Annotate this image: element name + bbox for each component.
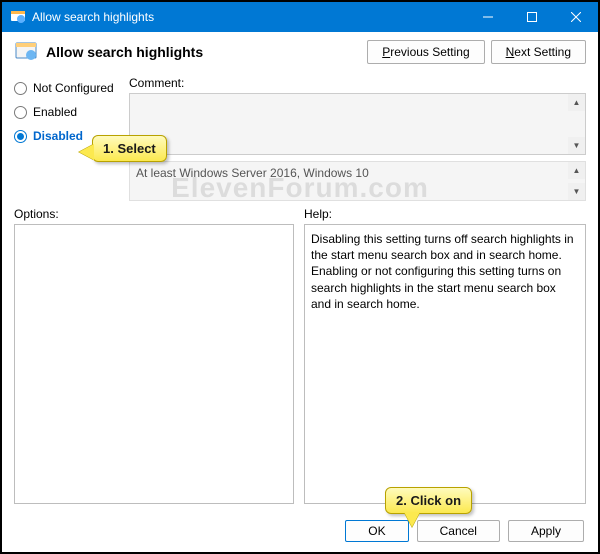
- title-bar: Allow search highlights: [2, 2, 598, 32]
- window-title: Allow search highlights: [32, 10, 466, 24]
- apply-button[interactable]: Apply: [508, 520, 584, 542]
- maximize-button[interactable]: [510, 2, 554, 32]
- callout-select: 1. Select: [92, 135, 167, 162]
- radio-label: Enabled: [33, 105, 77, 119]
- radio-label: Not Configured: [33, 81, 114, 95]
- policy-icon: [10, 9, 26, 25]
- close-button[interactable]: [554, 2, 598, 32]
- scroll-down-icon[interactable]: ▼: [568, 137, 585, 154]
- help-text: Disabling this setting turns off search …: [311, 232, 574, 311]
- scroll-up-icon[interactable]: ▲: [568, 162, 585, 179]
- header-row: Allow search highlights Previous Setting…: [2, 32, 598, 72]
- minimize-button[interactable]: [466, 2, 510, 32]
- previous-setting-button[interactable]: Previous Setting: [367, 40, 484, 64]
- radio-label: Disabled: [33, 129, 83, 143]
- radio-not-configured[interactable]: Not Configured: [14, 76, 129, 100]
- help-pane: Disabling this setting turns off search …: [304, 224, 586, 504]
- ok-button[interactable]: OK: [345, 520, 408, 542]
- radio-dot-icon: [14, 130, 27, 143]
- callout-click: 2. Click on: [385, 487, 472, 514]
- radio-dot-icon: [14, 106, 27, 119]
- policy-icon: [14, 40, 38, 64]
- radio-enabled[interactable]: Enabled: [14, 100, 129, 124]
- help-label: Help:: [304, 207, 586, 221]
- scroll-down-icon[interactable]: ▼: [568, 183, 585, 200]
- scroll-up-icon[interactable]: ▲: [568, 94, 585, 111]
- comment-label: Comment:: [129, 76, 586, 90]
- supported-on-box: At least Windows Server 2016, Windows 10…: [129, 161, 586, 201]
- supported-on-text: At least Windows Server 2016, Windows 10: [136, 166, 369, 180]
- radio-dot-icon: [14, 82, 27, 95]
- options-label: Options:: [14, 207, 294, 221]
- cancel-button[interactable]: Cancel: [417, 520, 500, 542]
- comment-textarea[interactable]: ▲ ▼: [129, 93, 586, 155]
- dialog-footer: OK Cancel Apply: [345, 520, 584, 542]
- page-title: Allow search highlights: [46, 44, 361, 60]
- next-setting-button[interactable]: Next Setting: [491, 40, 586, 64]
- options-pane: [14, 224, 294, 504]
